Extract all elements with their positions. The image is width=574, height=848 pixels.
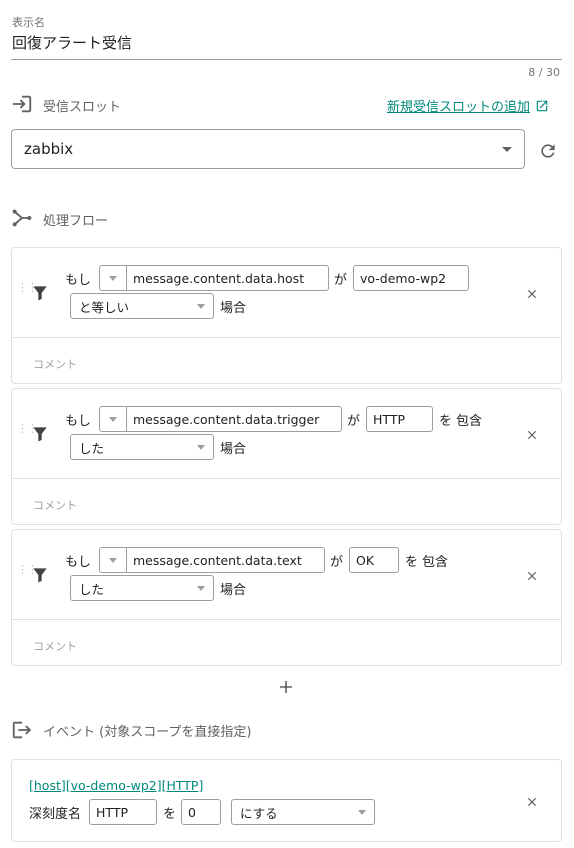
field-path-input[interactable]: message.content.data.text <box>126 547 325 573</box>
card-divider <box>12 619 561 620</box>
chevron-down-icon <box>197 444 205 450</box>
case-label: 場合 <box>220 442 247 457</box>
filter-icon <box>33 286 47 301</box>
operator-select[interactable]: と等しい <box>70 293 214 319</box>
wo-label: を <box>405 555 419 570</box>
operator-value: した <box>79 581 105 597</box>
display-name-underline <box>11 59 562 60</box>
close-icon[interactable] <box>525 795 539 809</box>
comment-input[interactable]: コメント <box>33 497 77 513</box>
field-type-select[interactable] <box>99 265 127 291</box>
filter-icon <box>33 568 47 583</box>
operator-select[interactable]: した <box>70 575 214 601</box>
chevron-down-icon <box>109 416 117 422</box>
contains-label: 包含 <box>422 555 449 570</box>
event-card: [host][vo-demo-wp2][HTTP] 深刻度名 HTTP を 0 … <box>11 759 562 842</box>
field-path-input[interactable]: message.content.data.trigger <box>126 406 342 432</box>
logout-icon <box>12 721 32 739</box>
login-icon <box>12 95 32 113</box>
comment-input[interactable]: コメント <box>33 356 77 372</box>
chevron-down-icon <box>358 809 366 815</box>
display-name-label: 表示名 <box>12 16 45 29</box>
comment-input[interactable]: コメント <box>33 638 77 654</box>
condition-card: ⋮⋮ もし message.content.data.text が OK を 包… <box>11 529 562 666</box>
if-label: もし <box>65 555 92 570</box>
receive-slot-select[interactable]: zabbix <box>11 129 525 169</box>
close-icon[interactable] <box>525 428 539 442</box>
card-divider <box>12 337 561 338</box>
field-type-select[interactable] <box>99 406 127 432</box>
field-type-select[interactable] <box>99 547 127 573</box>
if-label: もし <box>65 273 92 288</box>
close-icon[interactable] <box>525 569 539 583</box>
card-divider <box>12 478 561 479</box>
wo-label: を <box>163 807 177 822</box>
filter-icon <box>33 427 47 442</box>
operator-value: と等しい <box>79 299 130 315</box>
char-counter: 8 / 30 <box>528 66 560 79</box>
case-label: 場合 <box>220 583 247 598</box>
chevron-down-icon <box>109 557 117 563</box>
case-label: 場合 <box>220 301 247 316</box>
event-title: イベント (対象スコープを直接指定) <box>43 725 252 740</box>
ga-label: が <box>347 414 361 429</box>
add-receive-slot-link[interactable]: 新規受信スロットの追加 <box>387 96 549 115</box>
refresh-icon[interactable] <box>538 141 558 161</box>
receive-slot-title: 受信スロット <box>43 100 122 115</box>
match-value-input[interactable]: vo-demo-wp2 <box>353 265 469 291</box>
receive-slot-value: zabbix <box>24 140 74 158</box>
chevron-down-icon <box>109 275 117 281</box>
field-path-input[interactable]: message.content.data.host <box>126 265 329 291</box>
branch-icon <box>12 209 32 227</box>
open-in-new-icon <box>536 100 548 111</box>
flow-title: 処理フロー <box>43 214 109 229</box>
match-value-input[interactable]: OK <box>349 547 399 573</box>
add-receive-slot-label: 新規受信スロットの追加 <box>387 100 531 115</box>
if-label: もし <box>65 414 92 429</box>
severity-action-value: にする <box>240 805 278 821</box>
event-tag-link[interactable]: [host][vo-demo-wp2][HTTP] <box>29 778 203 793</box>
chevron-down-icon <box>197 303 205 309</box>
wo-label: を <box>439 414 453 429</box>
chevron-down-icon <box>502 146 512 152</box>
ga-label: が <box>330 555 344 570</box>
severity-action-select[interactable]: にする <box>231 799 375 825</box>
chevron-down-icon <box>197 585 205 591</box>
contains-label: 包含 <box>456 414 483 429</box>
condition-card: ⋮⋮ もし message.content.data.host が vo-dem… <box>11 247 562 384</box>
condition-card: ⋮⋮ もし message.content.data.trigger が HTT… <box>11 388 562 525</box>
match-value-input[interactable]: HTTP <box>366 406 433 432</box>
severity-label: 深刻度名 <box>29 807 82 822</box>
ga-label: が <box>334 273 348 288</box>
close-icon[interactable] <box>525 287 539 301</box>
operator-select[interactable]: した <box>70 434 214 460</box>
severity-name-input[interactable]: HTTP <box>89 799 157 825</box>
display-name-input[interactable]: 回復アラート受信 <box>12 32 132 53</box>
operator-value: した <box>79 440 105 456</box>
severity-level-input[interactable]: 0 <box>181 799 221 825</box>
add-condition-plus-icon[interactable] <box>278 679 294 695</box>
